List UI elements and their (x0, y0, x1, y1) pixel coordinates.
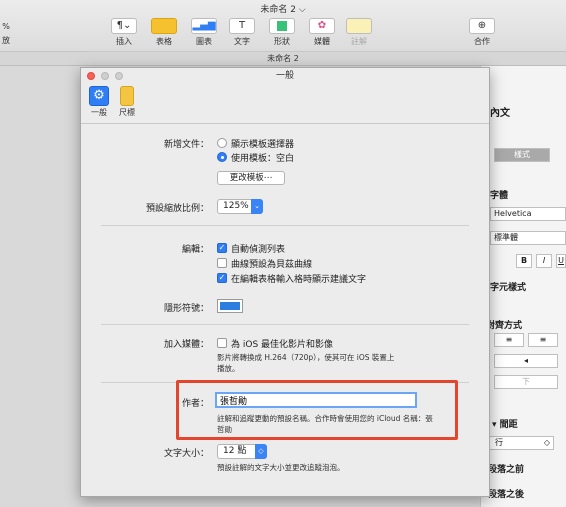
zoom-button[interactable] (115, 72, 123, 80)
use-template-radio[interactable] (217, 152, 227, 162)
divider (101, 225, 469, 226)
chart-button[interactable]: ▂▄▆ 圖表 (188, 18, 220, 48)
show-template-radio[interactable] (217, 138, 227, 148)
zoom-control-fragment[interactable]: % 放 (0, 18, 12, 48)
bold-button[interactable]: B (516, 254, 532, 268)
invisibles-color-well[interactable] (217, 299, 243, 313)
before-para-label: 段落之前 (488, 465, 525, 475)
paragraph-icon: ¶⌄ (111, 18, 137, 34)
media-button[interactable]: ✿ 媒體 (306, 18, 338, 48)
tab-general[interactable]: ⚙ 一般 (87, 86, 111, 118)
dialog-titlebar: 一般 (81, 68, 489, 84)
suggestions-checkbox[interactable]: ✓ (217, 273, 227, 283)
zoom-popup[interactable]: 125% ⌄ (217, 199, 263, 214)
media-label: 加入媒體： (163, 340, 209, 350)
collaborate-button[interactable]: ⊕ 合作 (466, 18, 498, 48)
use-template-label: 使用模板：空白 (231, 154, 295, 164)
bezier-checkbox[interactable] (217, 258, 227, 268)
shape-button[interactable]: 形狀 (266, 18, 298, 48)
line-spacing-popup[interactable]: 行 ◇ (488, 436, 554, 450)
editing-label: 編輯： (181, 245, 209, 255)
collaborate-icon: ⊕ (469, 18, 495, 34)
change-template-button[interactable]: 更改模板⋯ (217, 171, 285, 185)
comment-icon (346, 18, 372, 34)
text-size-popup[interactable]: 12 點 ◇ (217, 444, 267, 459)
underline-button[interactable]: U (556, 254, 566, 268)
text-button[interactable]: T 文字 (226, 18, 258, 48)
ios-optimize-label: 為 iOS 最佳化影片和影像 (231, 340, 334, 350)
spacing-label: ▾ 間距 (492, 420, 518, 430)
font-name-popup[interactable]: Helvetica (490, 207, 566, 221)
alignment-label: 對齊方式 (486, 321, 523, 331)
auto-list-checkbox[interactable]: ✓ (217, 243, 227, 253)
minimize-button[interactable] (101, 72, 109, 80)
annotation-highlight-box (176, 380, 458, 440)
pages-titlebar: 未命名 2 ⌵ % 放 ¶⌄ 插入 表格 ▂▄▆ 圖表 T 文字 形狀 ✿ 媒體 (0, 0, 566, 52)
preferences-toolbar: ⚙ 一般 尺標 (81, 84, 489, 124)
invisibles-label: 隱形符號： (163, 304, 209, 314)
media-note: 影片將轉換成 H.264（720p），使其可在 iOS 裝置上 播放。 (217, 353, 395, 373)
inspector-heading: 內文 (490, 108, 510, 119)
auto-list-label: 自動偵測列表 (231, 245, 286, 255)
font-label: 字體 (490, 191, 509, 201)
text-icon: T (229, 18, 255, 34)
ruler-icon (120, 86, 134, 106)
bezier-label: 曲線預設為貝茲曲線 (231, 260, 313, 270)
text-size-note: 預設註解的文字大小並更改追蹤泡泡。 (217, 463, 345, 472)
indent-buttons[interactable]: ◂ (494, 354, 558, 368)
insert-button[interactable]: ¶⌄ 插入 (108, 18, 140, 48)
close-button[interactable] (87, 72, 95, 80)
chart-icon: ▂▄▆ (191, 18, 217, 34)
new-doc-label: 新增文件： (163, 140, 209, 150)
general-icon: ⚙ (89, 86, 109, 106)
window-title: 未命名 2 ⌵ (260, 5, 306, 15)
suggestions-label: 在編輯表格輸入格時顯示建議文字 (231, 275, 367, 285)
align-center-button[interactable]: ≡ (528, 333, 558, 347)
media-icon: ✿ (309, 18, 335, 34)
table-button[interactable]: 表格 (148, 18, 180, 48)
italic-button[interactable]: I (536, 254, 552, 268)
document-tab[interactable]: 未命名 2 (0, 52, 566, 66)
zoom-label: 預設縮放比例： (145, 204, 209, 214)
comment-button[interactable]: 註解 (344, 18, 374, 48)
table-icon (151, 18, 177, 34)
align-left-button[interactable]: ≡ (494, 333, 524, 347)
tab-rulers[interactable]: 尺標 (115, 86, 139, 118)
preferences-body: 新增文件： 顯示模板選擇器 使用模板：空白 更改模板⋯ 預設縮放比例： 125%… (81, 124, 489, 496)
chevron-down-icon: ⌄ (251, 199, 263, 214)
show-template-label: 顯示模板選擇器 (231, 140, 295, 150)
shape-icon (269, 18, 295, 34)
text-size-label: 文字大小： (163, 449, 209, 459)
dialog-title: 一般 (275, 71, 294, 81)
stepper-icon: ◇ (255, 444, 267, 459)
ios-optimize-checkbox[interactable] (217, 338, 227, 348)
style-tab[interactable]: 樣式 (494, 148, 550, 162)
char-style-label: 字元樣式 (490, 283, 527, 293)
after-para-label: 段落之後 (488, 490, 525, 500)
font-style-popup[interactable]: 標準體 (490, 231, 566, 245)
valign-buttons[interactable]: 下 (494, 375, 558, 389)
divider (101, 324, 469, 325)
